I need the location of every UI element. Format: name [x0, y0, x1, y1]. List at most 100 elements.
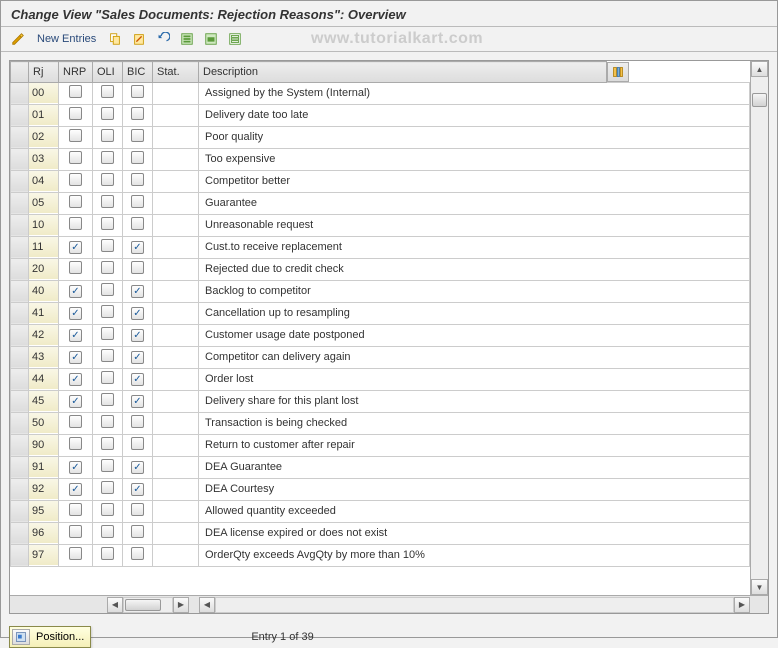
- row-selector[interactable]: [11, 434, 29, 456]
- nrp-checkbox[interactable]: ✓: [69, 351, 82, 364]
- rj-input[interactable]: [29, 457, 58, 477]
- bic-checkbox[interactable]: [131, 217, 144, 230]
- bic-checkbox[interactable]: [131, 151, 144, 164]
- stat-cell[interactable]: [153, 544, 199, 566]
- stat-cell[interactable]: [153, 148, 199, 170]
- stat-cell[interactable]: [153, 478, 199, 500]
- oli-checkbox[interactable]: [101, 349, 114, 362]
- rj-input[interactable]: [29, 501, 58, 521]
- description-cell[interactable]: Too expensive: [199, 148, 750, 170]
- oli-checkbox[interactable]: [101, 481, 114, 494]
- row-selector[interactable]: [11, 170, 29, 192]
- oli-checkbox[interactable]: [101, 371, 114, 384]
- stat-cell[interactable]: [153, 214, 199, 236]
- oli-checkbox[interactable]: [101, 107, 114, 120]
- rj-input[interactable]: [29, 303, 58, 323]
- description-cell[interactable]: Competitor better: [199, 170, 750, 192]
- stat-cell[interactable]: [153, 324, 199, 346]
- nrp-checkbox[interactable]: ✓: [69, 461, 82, 474]
- row-selector[interactable]: [11, 148, 29, 170]
- oli-checkbox[interactable]: [101, 393, 114, 406]
- stat-cell[interactable]: [153, 302, 199, 324]
- description-cell[interactable]: OrderQty exceeds AvgQty by more than 10%: [199, 544, 750, 566]
- col-nrp[interactable]: NRP: [59, 62, 93, 83]
- nrp-checkbox[interactable]: [69, 151, 82, 164]
- select-block-icon[interactable]: [202, 30, 220, 48]
- oli-checkbox[interactable]: [101, 173, 114, 186]
- row-selector[interactable]: [11, 456, 29, 478]
- nrp-checkbox[interactable]: [69, 129, 82, 142]
- oli-checkbox[interactable]: [101, 217, 114, 230]
- description-cell[interactable]: Order lost: [199, 368, 750, 390]
- nrp-checkbox[interactable]: ✓: [69, 329, 82, 342]
- horizontal-scrollbar[interactable]: ◀ ▶ ◀ ▶: [10, 595, 768, 613]
- row-selector[interactable]: [11, 478, 29, 500]
- row-selector[interactable]: [11, 302, 29, 324]
- bic-checkbox[interactable]: [131, 173, 144, 186]
- hscroll-right-icon[interactable]: ▶: [173, 597, 189, 613]
- description-cell[interactable]: Delivery date too late: [199, 104, 750, 126]
- rj-input[interactable]: [29, 237, 58, 257]
- nrp-checkbox[interactable]: ✓: [69, 285, 82, 298]
- oli-checkbox[interactable]: [101, 283, 114, 296]
- description-cell[interactable]: Cancellation up to resampling: [199, 302, 750, 324]
- bic-checkbox[interactable]: [131, 547, 144, 560]
- bic-checkbox[interactable]: [131, 525, 144, 538]
- description-cell[interactable]: Backlog to competitor: [199, 280, 750, 302]
- row-selector[interactable]: [11, 192, 29, 214]
- oli-checkbox[interactable]: [101, 327, 114, 340]
- rj-input[interactable]: [29, 149, 58, 169]
- undo-icon[interactable]: [154, 30, 172, 48]
- description-cell[interactable]: Unreasonable request: [199, 214, 750, 236]
- oli-checkbox[interactable]: [101, 525, 114, 538]
- oli-checkbox[interactable]: [101, 547, 114, 560]
- nrp-checkbox[interactable]: [69, 437, 82, 450]
- row-selector[interactable]: [11, 368, 29, 390]
- deselect-all-icon[interactable]: [226, 30, 244, 48]
- nrp-checkbox[interactable]: [69, 525, 82, 538]
- scroll-up-icon[interactable]: ▲: [751, 61, 768, 77]
- bic-checkbox[interactable]: ✓: [131, 483, 144, 496]
- stat-cell[interactable]: [153, 346, 199, 368]
- bic-checkbox[interactable]: ✓: [131, 395, 144, 408]
- delete-icon[interactable]: [130, 30, 148, 48]
- row-selector[interactable]: [11, 522, 29, 544]
- stat-cell[interactable]: [153, 258, 199, 280]
- description-cell[interactable]: Competitor can delivery again: [199, 346, 750, 368]
- row-selector[interactable]: [11, 500, 29, 522]
- bic-checkbox[interactable]: ✓: [131, 241, 144, 254]
- row-selector[interactable]: [11, 390, 29, 412]
- bic-checkbox[interactable]: ✓: [131, 373, 144, 386]
- description-cell[interactable]: Allowed quantity exceeded: [199, 500, 750, 522]
- nrp-checkbox[interactable]: [69, 85, 82, 98]
- configure-columns-icon[interactable]: [607, 62, 629, 82]
- row-selector[interactable]: [11, 236, 29, 258]
- col-stat[interactable]: Stat.: [153, 62, 199, 83]
- oli-checkbox[interactable]: [101, 305, 114, 318]
- bic-checkbox[interactable]: [131, 85, 144, 98]
- bic-checkbox[interactable]: [131, 503, 144, 516]
- rj-input[interactable]: [29, 435, 58, 455]
- bic-checkbox[interactable]: [131, 261, 144, 274]
- stat-cell[interactable]: [153, 280, 199, 302]
- stat-cell[interactable]: [153, 456, 199, 478]
- rj-input[interactable]: [29, 325, 58, 345]
- nrp-checkbox[interactable]: ✓: [69, 307, 82, 320]
- oli-checkbox[interactable]: [101, 85, 114, 98]
- oli-checkbox[interactable]: [101, 503, 114, 516]
- vertical-scrollbar[interactable]: ▲ ▼: [750, 61, 768, 595]
- description-cell[interactable]: Delivery share for this plant lost: [199, 390, 750, 412]
- nrp-checkbox[interactable]: [69, 217, 82, 230]
- edit-icon[interactable]: [9, 30, 27, 48]
- stat-cell[interactable]: [153, 412, 199, 434]
- rj-input[interactable]: [29, 259, 58, 279]
- vscroll-thumb[interactable]: [752, 93, 767, 107]
- bic-checkbox[interactable]: ✓: [131, 461, 144, 474]
- rj-input[interactable]: [29, 193, 58, 213]
- rj-input[interactable]: [29, 83, 58, 103]
- rj-input[interactable]: [29, 391, 58, 411]
- description-cell[interactable]: Poor quality: [199, 126, 750, 148]
- oli-checkbox[interactable]: [101, 195, 114, 208]
- bic-checkbox[interactable]: ✓: [131, 329, 144, 342]
- description-cell[interactable]: DEA Courtesy: [199, 478, 750, 500]
